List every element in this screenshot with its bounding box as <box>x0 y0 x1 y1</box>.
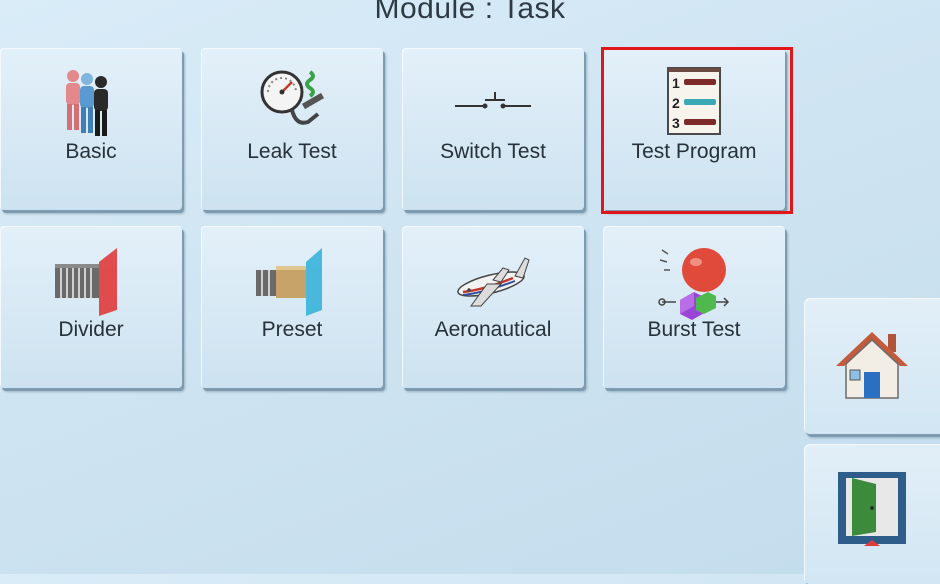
tile-label: Aeronautical <box>434 318 552 341</box>
pressure-gauge-icon <box>252 62 332 142</box>
page-title: Module : Task <box>374 0 566 25</box>
switch-icon <box>453 62 533 142</box>
switch-test-button[interactable]: Switch Test <box>402 48 584 210</box>
tile-label: Burst Test <box>647 318 741 341</box>
airplane-icon <box>453 240 533 320</box>
tile-label: Leak Test <box>247 140 337 163</box>
balloon-icon <box>654 240 734 320</box>
svg-text:1: 1 <box>672 75 680 91</box>
preset-button[interactable]: Preset <box>201 226 383 388</box>
exit-door-icon <box>832 468 912 548</box>
numbered-list-icon: 1 2 3 <box>654 62 734 142</box>
svg-text:3: 3 <box>672 115 680 131</box>
basic-button[interactable]: Basic <box>0 48 182 210</box>
home-button[interactable] <box>804 298 940 434</box>
tile-label: Preset <box>261 318 323 341</box>
aeronautical-button[interactable]: Aeronautical <box>402 226 584 388</box>
svg-text:2: 2 <box>672 95 680 111</box>
preset-icon <box>252 240 332 320</box>
people-icon <box>51 62 131 142</box>
exit-button[interactable] <box>804 444 940 584</box>
test-program-button[interactable]: 1 2 3 Test Program <box>603 48 785 210</box>
leak-test-button[interactable]: Leak Test <box>201 48 383 210</box>
burst-test-button[interactable]: Burst Test <box>603 226 785 388</box>
home-icon <box>832 326 912 406</box>
divider-button[interactable]: Divider <box>0 226 182 388</box>
tile-label: Test Program <box>631 140 757 163</box>
tile-label: Basic <box>65 140 117 163</box>
tile-label: Divider <box>58 318 124 341</box>
divider-icon <box>51 240 131 320</box>
tile-label: Switch Test <box>440 140 546 163</box>
